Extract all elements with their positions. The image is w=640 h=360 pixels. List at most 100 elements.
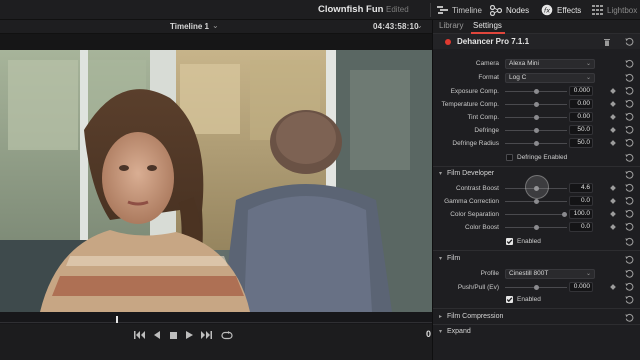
keyframe-icon[interactable] — [610, 140, 616, 146]
toolbar-nodes-label: Nodes — [506, 5, 530, 15]
step-back-button[interactable] — [150, 329, 164, 341]
defringe-slider-knob[interactable] — [534, 128, 539, 133]
format-label: Format — [478, 74, 499, 81]
reset-icon[interactable] — [625, 196, 634, 205]
keyframe-icon[interactable] — [610, 224, 616, 230]
defringe-radius-slider-knob[interactable] — [534, 141, 539, 146]
nodes-icon — [490, 4, 502, 16]
video-frame — [0, 50, 432, 312]
gamma-correction-slider-knob[interactable] — [534, 199, 539, 204]
defringe-radius-field[interactable]: 50.0 — [569, 138, 593, 148]
tint-comp-field[interactable]: 0.00 — [569, 112, 593, 122]
reset-icon[interactable] — [625, 255, 634, 264]
reset-icon[interactable] — [625, 209, 634, 218]
play-icon — [185, 331, 193, 339]
reset-icon[interactable] — [625, 170, 634, 179]
gamma-correction-field[interactable]: 0.0 — [569, 196, 593, 206]
push-pull-field[interactable]: 0.000 — [569, 282, 593, 292]
loop-icon — [221, 330, 233, 339]
reset-icon[interactable] — [625, 138, 634, 147]
keyframe-icon[interactable] — [610, 127, 616, 133]
keyframe-icon[interactable] — [610, 284, 616, 290]
film-developer-section-header[interactable]: ▾ Film Developer — [439, 170, 494, 177]
inspector-panel: Library Settings Dehancer Pro 7.1.1 Came… — [432, 20, 640, 360]
go-to-start-button[interactable] — [132, 329, 146, 341]
reset-icon[interactable] — [625, 153, 634, 162]
scrubber-track — [0, 322, 432, 323]
reset-icon[interactable] — [625, 282, 634, 291]
reset-icon[interactable] — [625, 313, 634, 322]
color-boost-slider-knob[interactable] — [534, 225, 539, 230]
exposure-comp-field[interactable]: 0.000 — [569, 86, 593, 96]
reset-icon[interactable] — [625, 59, 634, 68]
film-developer-title: Film Developer — [447, 170, 495, 177]
reset-icon[interactable] — [625, 112, 634, 121]
reset-icon[interactable] — [625, 295, 634, 304]
reset-icon[interactable] — [625, 222, 634, 231]
reset-icon[interactable] — [625, 269, 634, 278]
keyframe-icon[interactable] — [610, 88, 616, 94]
film-compression-section-header[interactable]: ▸ Film Compression — [439, 313, 503, 320]
tab-settings[interactable]: Settings — [473, 21, 502, 30]
defringe-label: Defringe — [474, 127, 499, 134]
reset-icon[interactable] — [625, 37, 634, 46]
profile-dropdown[interactable]: Cinestill 800T ⌄ — [505, 269, 595, 279]
viewer-background — [0, 34, 432, 50]
color-separation-slider-knob[interactable] — [562, 212, 567, 217]
timeline-name[interactable]: Timeline 1 — [170, 22, 209, 31]
color-separation-slider[interactable] — [505, 214, 567, 215]
timeline-scrubber[interactable] — [0, 312, 432, 324]
film-section-header[interactable]: ▾ Film — [439, 255, 460, 262]
toolbar-nodes-button[interactable]: Nodes — [490, 3, 529, 17]
temperature-comp-slider-knob[interactable] — [534, 102, 539, 107]
reset-icon[interactable] — [625, 237, 634, 246]
temperature-comp-field[interactable]: 0.00 — [569, 99, 593, 109]
play-button[interactable] — [182, 329, 196, 341]
chevron-down-icon[interactable]: ⌄ — [212, 21, 219, 30]
loop-button[interactable] — [220, 329, 234, 341]
keyframe-icon[interactable] — [610, 185, 616, 191]
toolbar-effects-button[interactable]: fx Effects — [541, 3, 581, 17]
tint-comp-slider-knob[interactable] — [534, 115, 539, 120]
toolbar-lightbox-button[interactable]: Lightbox — [591, 3, 637, 17]
keyframe-icon[interactable] — [610, 211, 616, 217]
skip-end-icon — [200, 331, 212, 339]
svg-text:fx: fx — [544, 6, 550, 14]
camera-dropdown[interactable]: Alexa Mini ⌄ — [505, 59, 595, 69]
keyframe-icon[interactable] — [610, 101, 616, 107]
toolbar-timeline-button[interactable]: Timeline — [436, 3, 482, 17]
reset-icon[interactable] — [625, 183, 634, 192]
plugin-enabled-indicator[interactable] — [445, 39, 451, 45]
exposure-comp-label: Exposure Comp. — [450, 88, 499, 95]
exposure-comp-slider-knob[interactable] — [534, 89, 539, 94]
reset-icon[interactable] — [625, 99, 634, 108]
format-dropdown[interactable]: Log C ⌄ — [505, 73, 595, 83]
go-to-end-button[interactable] — [199, 329, 213, 341]
film-enabled-label: Enabled — [517, 296, 541, 303]
chevron-down-icon[interactable]: ⌄ — [416, 21, 423, 30]
viewer-header: Timeline 1 ⌄ 04:43:58:10 ⌄ — [0, 20, 432, 34]
trash-icon[interactable] — [604, 38, 610, 46]
defringe-field[interactable]: 50.0 — [569, 125, 593, 135]
film-developer-enabled-checkbox[interactable] — [506, 238, 513, 245]
color-separation-field[interactable]: 100.0 — [569, 209, 593, 219]
inspector-tabs: Library Settings — [433, 20, 640, 34]
stop-button[interactable] — [166, 329, 180, 341]
keyframe-icon[interactable] — [610, 198, 616, 204]
defringe-enabled-checkbox[interactable] — [506, 154, 513, 161]
keyframe-icon[interactable] — [610, 114, 616, 120]
contrast-boost-label: Contrast Boost — [456, 185, 499, 192]
film-enabled-checkbox[interactable] — [506, 296, 513, 303]
playhead[interactable] — [116, 316, 118, 323]
reset-icon[interactable] — [625, 125, 634, 134]
tab-library[interactable]: Library — [439, 21, 463, 30]
color-boost-field[interactable]: 0.0 — [569, 222, 593, 232]
expand-section-header[interactable]: ▾ Expand — [439, 328, 471, 335]
toolbar-timeline-label: Timeline — [452, 5, 482, 15]
contrast-boost-field[interactable]: 4.6 — [569, 183, 593, 193]
cursor-highlight — [525, 175, 549, 199]
chevron-right-icon: ▸ — [439, 314, 443, 320]
reset-icon[interactable] — [625, 73, 634, 82]
reset-icon[interactable] — [625, 86, 634, 95]
push-pull-slider-knob[interactable] — [534, 285, 539, 290]
